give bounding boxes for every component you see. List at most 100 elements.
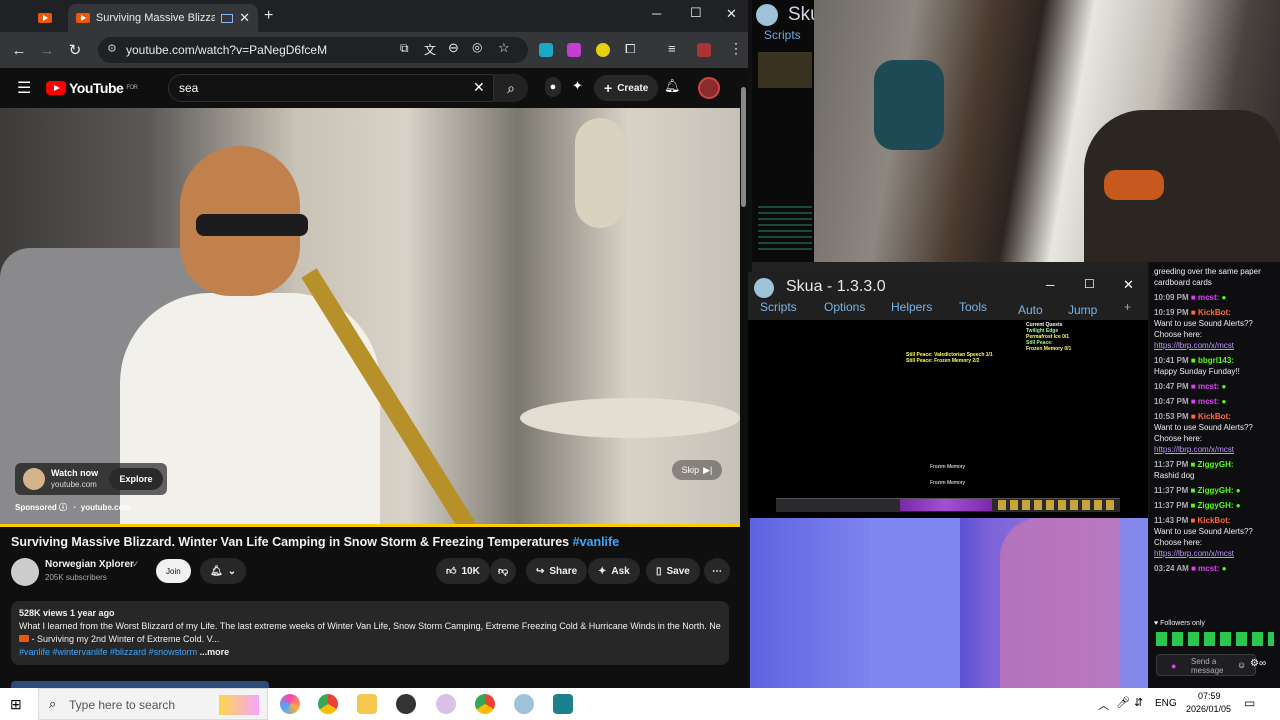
chat-username[interactable]: mcst: (1198, 293, 1219, 302)
ad-watch-now[interactable]: Watch now (51, 468, 98, 478)
page-scrollbar[interactable] (740, 75, 748, 688)
obs-icon[interactable] (396, 694, 416, 714)
notification-center-icon[interactable]: ▭ (1244, 696, 1255, 710)
youtube-logo[interactable]: YouTube FOR (46, 80, 138, 96)
chat-username[interactable]: bbgrl143: (1198, 356, 1234, 365)
chat-username[interactable]: ZiggyGH: (1198, 486, 1234, 495)
channel-avatar[interactable] (11, 558, 39, 586)
channel-name[interactable]: Norwegian Xplorer (45, 559, 134, 570)
clock-date[interactable]: 2026/01/05 (1186, 704, 1231, 714)
dislike-button[interactable]: 👎︎ (490, 558, 517, 584)
app-icon[interactable] (436, 694, 456, 714)
reload-button[interactable]: ↻ (61, 36, 89, 64)
forward-button[interactable]: → (33, 36, 61, 64)
chat-link[interactable]: https://lbrp.com/x/mcst (1154, 548, 1276, 559)
skua-close-button[interactable]: ✕ (1123, 277, 1134, 293)
chat-username[interactable]: mcst: (1198, 397, 1219, 406)
hamburger-icon[interactable]: ☰ (17, 78, 31, 98)
game-taskbar-icon[interactable] (553, 694, 573, 714)
search-button[interactable]: ⌕ (494, 74, 528, 102)
language-indicator[interactable]: ENG (1155, 698, 1177, 709)
chat-link[interactable]: https://lbrp.com/x/mcst (1154, 444, 1276, 455)
eye-off-icon[interactable]: ◎ (472, 40, 482, 54)
extension-icon[interactable] (596, 43, 610, 57)
menu-tools[interactable]: Tools (959, 300, 987, 314)
save-button[interactable]: ▯ Save (646, 558, 700, 584)
mic-tray-icon[interactable]: 🎤︎ (1116, 696, 1130, 709)
chrome-profile-icon[interactable] (475, 694, 495, 714)
chat-username[interactable]: ZiggyGH: (1198, 501, 1234, 510)
title-hashtag[interactable]: #vanlife (573, 535, 620, 549)
bookmark-star-icon[interactable]: ☆ (498, 40, 510, 56)
game-action-bar[interactable] (776, 498, 1120, 512)
search-input[interactable]: sea ✕ (168, 74, 494, 102)
account-avatar[interactable] (698, 77, 720, 99)
skill-slots[interactable] (900, 499, 992, 511)
profile-avatar[interactable] (697, 43, 711, 57)
tab-active[interactable]: Surviving Massive Blizzard. ✕ (68, 4, 258, 32)
translate-icon[interactable]: 文 (424, 41, 436, 58)
like-button[interactable]: 👍︎ 10K (436, 558, 490, 584)
tab-pinned[interactable] (30, 4, 66, 32)
copilot-icon[interactable] (280, 694, 300, 714)
more-link[interactable]: ...more (200, 647, 230, 657)
extension-sparkle-icon[interactable]: ✦ (572, 78, 583, 94)
skua-mini-scripts-menu[interactable]: Scripts (764, 28, 801, 42)
audio-icon[interactable] (221, 13, 234, 23)
chat-message-input[interactable]: ● Send a message ☺ (1156, 654, 1256, 676)
emoji-icon[interactable]: ☺ (1237, 660, 1246, 670)
address-bar[interactable]: ⚙ youtube.com/watch?v=PaNegD6fceM ⧉ 文 ⊖ … (98, 37, 528, 63)
new-tab-button[interactable]: + (264, 7, 273, 25)
back-button[interactable]: ← (5, 36, 33, 64)
more-actions-button[interactable]: ⋯ (704, 558, 730, 584)
extension-icon[interactable] (539, 43, 553, 57)
chat-settings-icon[interactable]: ⚙∞ (1250, 658, 1266, 669)
chrome-icon[interactable] (318, 694, 338, 714)
skip-button[interactable]: Skip ▶| (672, 460, 722, 480)
chat-username[interactable]: KickBot: (1198, 308, 1231, 317)
file-explorer-icon[interactable] (357, 694, 377, 714)
ask-button[interactable]: ✦ Ask (588, 558, 640, 584)
join-button[interactable]: Join (156, 559, 191, 583)
chat-username[interactable]: ZiggyGH: (1198, 460, 1234, 469)
minimize-button[interactable]: ─ (652, 6, 661, 21)
menu-options[interactable]: Options (824, 300, 865, 314)
chat-link[interactable]: https://lbrp.com/x/mcst (1154, 340, 1276, 351)
tray-chevron-icon[interactable]: ︿ (1098, 697, 1109, 713)
cast-icon[interactable]: ⧉ (400, 41, 409, 56)
close-window-button[interactable]: ✕ (726, 6, 737, 22)
menu-helpers[interactable]: Helpers (891, 300, 932, 314)
item-slots[interactable] (998, 500, 1116, 510)
menu-auto[interactable]: Auto (1018, 303, 1043, 317)
clear-search-icon[interactable]: ✕ (473, 79, 485, 96)
skua-minimize-button[interactable]: ─ (1046, 278, 1055, 292)
menu-add[interactable]: + (1124, 300, 1131, 314)
subscribe-bell-button[interactable]: 🔔︎ ⌄ (200, 558, 247, 584)
share-button[interactable]: ↪ Share (526, 558, 588, 584)
description-box[interactable]: 528K views 1 year ago What I learned fro… (11, 601, 729, 665)
chat-username[interactable]: mcst: (1198, 564, 1219, 573)
video-player[interactable]: Watch now youtube.com Explore Sponsored … (0, 108, 740, 526)
menu-scripts[interactable]: Scripts (760, 300, 797, 314)
network-icon[interactable]: ⇵ (1134, 696, 1143, 709)
skua-maximize-button[interactable]: ☐ (1084, 277, 1095, 291)
emote-bar[interactable] (1156, 632, 1274, 646)
chat-username[interactable]: mcst: (1198, 382, 1219, 391)
site-info-icon[interactable]: ⚙ (107, 42, 117, 55)
scrollbar-thumb[interactable] (741, 87, 746, 207)
maximize-button[interactable]: ☐ (690, 5, 702, 21)
chat-username[interactable]: KickBot: (1198, 412, 1231, 421)
explore-button[interactable]: Explore (109, 468, 163, 490)
taskbar-search-box[interactable]: ⌕ Type here to search (38, 688, 268, 720)
zoom-icon[interactable]: ⊖ (448, 40, 459, 56)
puzzle-extensions-icon[interactable]: ⧠ (625, 41, 635, 57)
media-control-icon[interactable]: ≡ (668, 41, 676, 56)
create-button[interactable]: + Create (594, 75, 659, 101)
close-tab-icon[interactable]: ✕ (239, 10, 250, 26)
clock-time[interactable]: 07:59 (1198, 691, 1221, 701)
notifications-bell-icon[interactable]: 🔔︎ (664, 78, 681, 94)
menu-kebab-icon[interactable]: ⋮ (729, 40, 743, 57)
extension-icon[interactable] (567, 43, 581, 57)
chat-username[interactable]: KickBot: (1198, 516, 1231, 525)
menu-jump[interactable]: Jump (1068, 303, 1097, 317)
